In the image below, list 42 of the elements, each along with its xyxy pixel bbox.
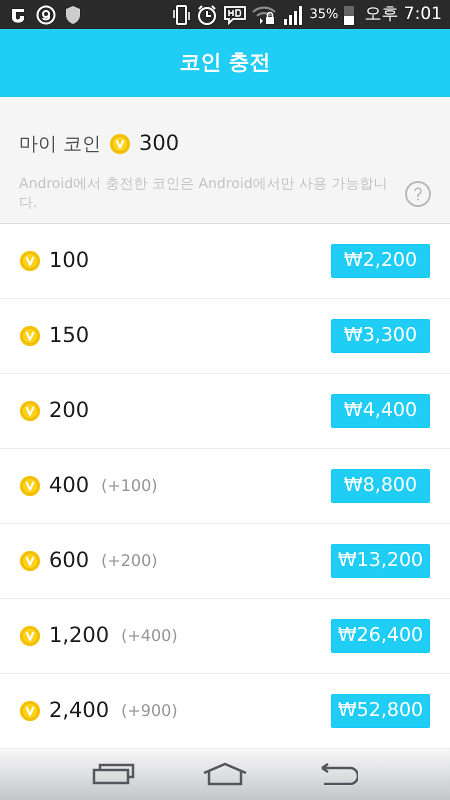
coin-amount: 2,400 (49, 696, 110, 724)
coin-icon (19, 550, 41, 572)
coin-amount: 1,200 (49, 622, 110, 649)
question-icon (413, 186, 423, 201)
coin-package-row[interactable]: 1,200 (+400) ₩26,400 (0, 598, 450, 674)
g-circle-icon (36, 4, 56, 25)
coin-package-row[interactable]: 150 ₩3,300 (0, 298, 450, 374)
bonus-amount: (+400) (121, 624, 178, 647)
bonus-amount: (+200) (101, 550, 158, 572)
coin-package-row[interactable]: 200 ₩4,400 (0, 374, 450, 449)
coin-package-row[interactable]: 100 ₩2,200 (0, 224, 450, 299)
battery-percent: 35% (310, 6, 338, 24)
coin-amount: 600 (49, 546, 90, 574)
coin-package-row[interactable]: 600 (+200) ₩13,200 (0, 524, 450, 599)
shield-icon (64, 4, 82, 25)
coin-icon (109, 132, 132, 155)
bonus-amount: (+900) (121, 700, 178, 722)
home-icon[interactable] (200, 762, 249, 786)
coin-amount: 400 (49, 472, 90, 499)
coin-package-row[interactable]: 2,400 (+900) ₩52,800 (0, 674, 450, 749)
my-coin-amount: 300 (139, 130, 180, 158)
wifi-lock-icon (252, 4, 278, 25)
alarm-clock-icon (196, 4, 218, 26)
coin-amount: 150 (49, 322, 90, 349)
vibrate-icon (170, 4, 190, 26)
signal-icon (282, 4, 304, 25)
coin-icon (19, 700, 41, 722)
coin-icon (19, 324, 41, 347)
coin-package-row[interactable]: 400 (+100) ₩8,800 (0, 448, 450, 524)
page-title: 코인 충전 (179, 49, 271, 76)
recent-apps-icon[interactable] (92, 763, 136, 786)
coin-icon (19, 474, 41, 497)
coin-icon (19, 250, 41, 272)
coin-icon (19, 624, 41, 647)
coin-amount: 100 (49, 246, 90, 274)
bonus-amount: (+100) (101, 474, 158, 497)
coin-amount: 200 (49, 396, 90, 424)
hd-voice-icon (222, 4, 246, 25)
battery-icon (343, 4, 356, 26)
my-coin-label: 마이 코인 (19, 132, 102, 157)
clock-time: 오후 7:01 (364, 2, 442, 26)
coin-icon (19, 400, 41, 422)
